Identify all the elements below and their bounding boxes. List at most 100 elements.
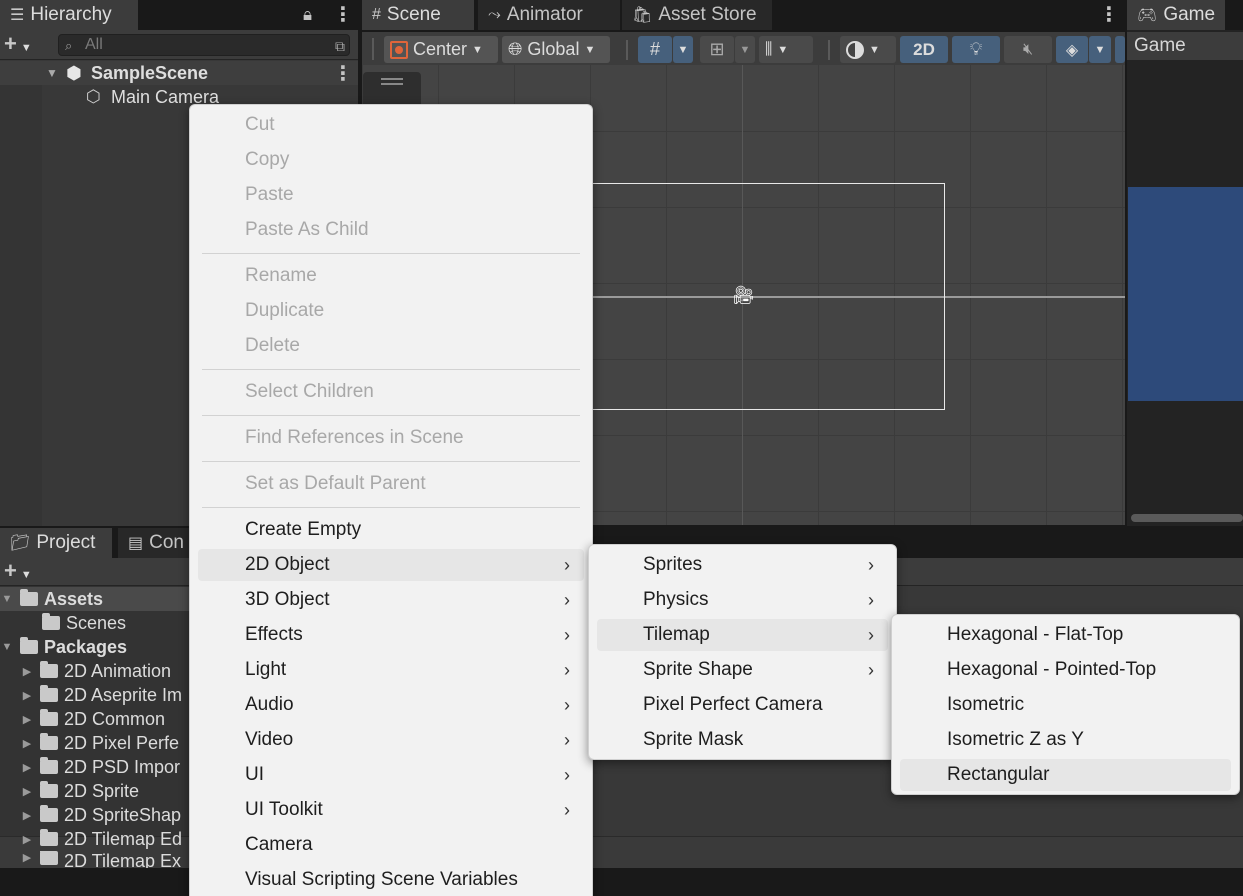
- menu-item-3d-object[interactable]: 3D Object ›: [198, 584, 584, 616]
- menu-item-audio[interactable]: Audio ›: [198, 689, 584, 721]
- collapsed-triangle-icon[interactable]: ▶: [20, 809, 34, 822]
- menu-item-select-children[interactable]: Select Children: [198, 376, 584, 408]
- menu-item-label: 2D Object: [245, 554, 330, 575]
- tab-animator[interactable]: ⤳ Animator: [478, 0, 620, 30]
- hierarchy-scene-row[interactable]: ▼ ⬢ SampleScene ⋮: [0, 61, 358, 85]
- tree-item-label: 2D Tilemap Ex: [64, 851, 182, 868]
- menu-item-light[interactable]: Light ›: [198, 654, 584, 686]
- menu-item-sprites[interactable]: Sprites ›: [597, 549, 888, 581]
- menu-item-create-empty[interactable]: Create Empty: [198, 514, 584, 546]
- menu-item-sprite-mask[interactable]: Sprite Mask: [597, 724, 888, 756]
- menu-item-isometric[interactable]: Isometric: [900, 689, 1231, 721]
- expand-triangle-icon[interactable]: ▼: [46, 66, 58, 80]
- scene-menu-icon[interactable]: ⋮: [1099, 5, 1119, 25]
- hierarchy-toolbar: + ▼ ⌕ All ⧉: [0, 30, 358, 60]
- tree-item-scenes[interactable]: Scenes: [0, 611, 200, 635]
- menu-item-2d-object[interactable]: 2D Object ›: [198, 549, 584, 581]
- grid-snap-toggle[interactable]: #: [638, 36, 672, 63]
- scene-name: SampleScene: [91, 62, 209, 83]
- tab-hierarchy[interactable]: ☰ Hierarchy: [0, 0, 138, 30]
- menu-item-set-default-parent[interactable]: Set as Default Parent: [198, 468, 584, 500]
- menu-item-paste-as-child[interactable]: Paste As Child: [198, 214, 584, 246]
- tab-game[interactable]: 🎮︎ Game: [1127, 0, 1225, 30]
- tab-project[interactable]: 📁︎ Project: [0, 528, 112, 558]
- ruler-dropdown[interactable]: ⫼ ▼: [759, 36, 813, 63]
- collapsed-triangle-icon[interactable]: ▶: [20, 833, 34, 846]
- collapsed-triangle-icon[interactable]: ▶: [20, 713, 34, 726]
- menu-item-visual-scripting[interactable]: Visual Scripting Scene Variables: [198, 864, 584, 896]
- menu-separator: [202, 507, 580, 508]
- menu-item-rename[interactable]: Rename: [198, 260, 584, 292]
- chevron-down-icon: ▼: [584, 43, 596, 56]
- tab-asset-store[interactable]: 🛍︎ Asset Store: [622, 0, 772, 30]
- menu-item-pixel-perfect-camera[interactable]: Pixel Perfect Camera: [597, 689, 888, 721]
- game-display-dropdown[interactable]: Game: [1127, 32, 1243, 60]
- tree-item-package[interactable]: ▶ 2D PSD Impor: [0, 755, 200, 779]
- tree-item-package[interactable]: ▶ 2D SpriteShap: [0, 803, 200, 827]
- grid-snap-dropdown[interactable]: ▼: [673, 36, 693, 63]
- add-object-button[interactable]: + ▼: [4, 31, 32, 57]
- menu-item-cut[interactable]: Cut: [198, 109, 584, 141]
- tree-item-package[interactable]: ▶ 2D Tilemap Ex: [0, 851, 200, 868]
- menu-item-sprite-shape[interactable]: Sprite Shape ›: [597, 654, 888, 686]
- tree-item-package[interactable]: ▶ 2D Sprite: [0, 779, 200, 803]
- menu-item-effects[interactable]: Effects ›: [198, 619, 584, 651]
- menu-item-ui-toolkit[interactable]: UI Toolkit ›: [198, 794, 584, 826]
- menu-item-paste[interactable]: Paste: [198, 179, 584, 211]
- menu-item-hexagonal-pointed-top[interactable]: Hexagonal - Pointed-Top: [900, 654, 1231, 686]
- effects-dropdown[interactable]: ▼: [1089, 36, 1111, 63]
- expand-triangle-icon[interactable]: ▼: [0, 641, 14, 653]
- scene-row-menu-icon[interactable]: ⋮: [333, 64, 353, 84]
- tree-item-package[interactable]: ▶ 2D Common: [0, 707, 200, 731]
- search-options-icon[interactable]: ⧉: [335, 36, 345, 56]
- menu-item-label: Copy: [245, 149, 290, 170]
- increment-snap-toggle[interactable]: ⊞: [700, 36, 734, 63]
- audio-toggle[interactable]: 🔇︎: [1004, 36, 1052, 63]
- lock-icon[interactable]: 🔒︎: [303, 5, 312, 25]
- tree-item-label: 2D SpriteShap: [64, 804, 182, 825]
- menu-item-physics[interactable]: Physics ›: [597, 584, 888, 616]
- collapsed-triangle-icon[interactable]: ▶: [20, 689, 34, 702]
- tree-item-assets[interactable]: ▼ Assets: [0, 587, 200, 611]
- tree-item-package[interactable]: ▶ 2D Tilemap Ed: [0, 827, 200, 851]
- menu-item-hexagonal-flat-top[interactable]: Hexagonal - Flat-Top: [900, 619, 1231, 651]
- effects-toggle[interactable]: ◈: [1056, 36, 1088, 63]
- space-dropdown[interactable]: 🌐︎ Global ▼: [502, 36, 610, 63]
- lighting-toggle[interactable]: 💡︎: [952, 36, 1000, 63]
- mode-2d-toggle[interactable]: 2D: [900, 36, 948, 63]
- collapsed-triangle-icon[interactable]: ▶: [20, 785, 34, 798]
- collapsed-triangle-icon[interactable]: ▶: [20, 851, 34, 864]
- menu-item-find-references[interactable]: Find References in Scene: [198, 422, 584, 454]
- menu-item-camera[interactable]: Camera: [198, 829, 584, 861]
- menu-item-delete[interactable]: Delete: [198, 330, 584, 362]
- menu-item-label: Effects: [245, 624, 303, 645]
- collapsed-triangle-icon[interactable]: ▶: [20, 665, 34, 678]
- collapsed-triangle-icon[interactable]: ▶: [20, 737, 34, 750]
- menu-item-video[interactable]: Video ›: [198, 724, 584, 756]
- pivot-dropdown[interactable]: Center ▼: [384, 36, 498, 63]
- folder-icon: [40, 733, 58, 750]
- menu-item-duplicate[interactable]: Duplicate: [198, 295, 584, 327]
- game-horizontal-scrollbar[interactable]: [1131, 514, 1243, 522]
- menu-item-tilemap[interactable]: Tilemap ›: [597, 619, 888, 651]
- game-display-label: Game: [1134, 35, 1186, 56]
- expand-triangle-icon[interactable]: ▼: [0, 593, 14, 605]
- globe-icon: 🌐︎: [508, 39, 523, 59]
- create-asset-button[interactable]: + ▼: [4, 558, 32, 584]
- increment-snap-dropdown[interactable]: ▼: [735, 36, 755, 63]
- hierarchy-menu-icon[interactable]: ⋮: [333, 5, 353, 25]
- tree-item-packages[interactable]: ▼ Packages: [0, 635, 200, 659]
- tab-scene[interactable]: # Scene: [362, 0, 474, 30]
- hierarchy-search-input[interactable]: ⌕ All ⧉: [58, 34, 350, 56]
- menu-item-label: Physics: [643, 589, 709, 610]
- more-toolbar-button[interactable]: [1115, 36, 1125, 63]
- menu-item-isometric-z-as-y[interactable]: Isometric Z as Y: [900, 724, 1231, 756]
- tree-item-package[interactable]: ▶ 2D Pixel Perfe: [0, 731, 200, 755]
- menu-item-copy[interactable]: Copy: [198, 144, 584, 176]
- shading-mode-dropdown[interactable]: ▼: [840, 36, 896, 63]
- tree-item-package[interactable]: ▶ 2D Animation: [0, 659, 200, 683]
- collapsed-triangle-icon[interactable]: ▶: [20, 761, 34, 774]
- menu-item-ui[interactable]: UI ›: [198, 759, 584, 791]
- tree-item-package[interactable]: ▶ 2D Aseprite Im: [0, 683, 200, 707]
- menu-item-rectangular[interactable]: Rectangular: [900, 759, 1231, 791]
